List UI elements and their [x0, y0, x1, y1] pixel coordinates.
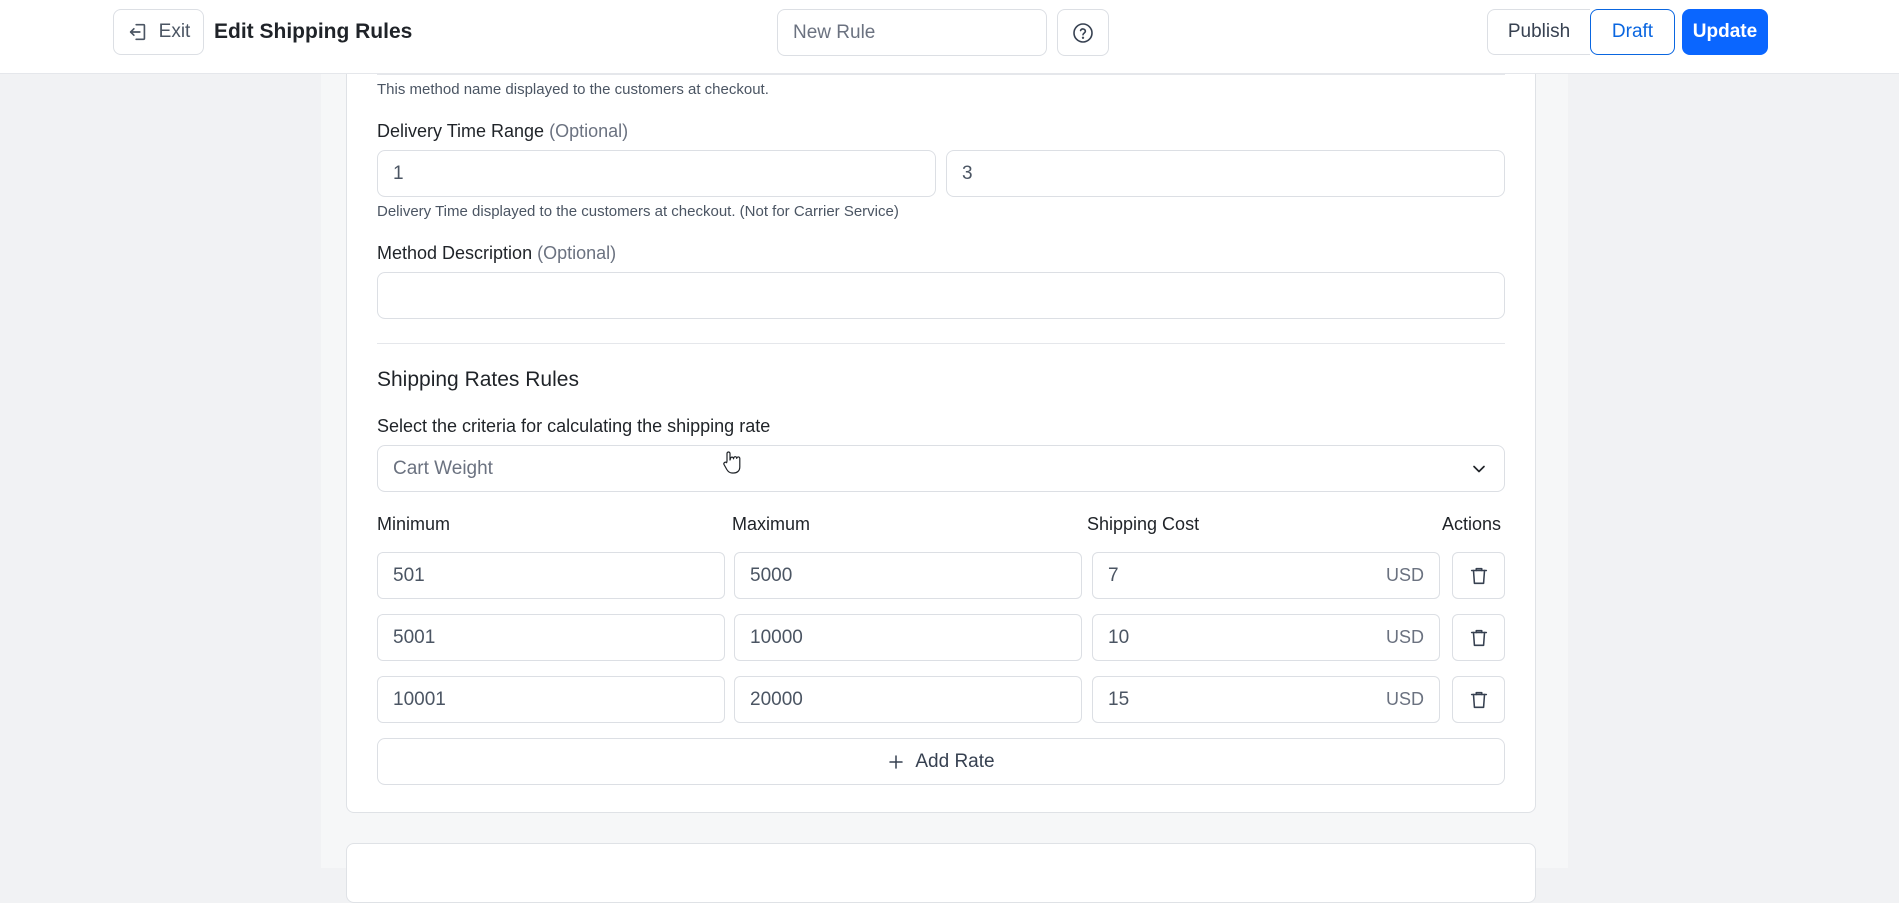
trash-icon: [1470, 567, 1487, 584]
column-minimum: Minimum: [377, 514, 451, 534]
delivery-min-input[interactable]: 1: [377, 150, 936, 197]
next-section-card: [346, 843, 1536, 903]
criteria-value: Cart Weight: [393, 457, 493, 479]
shipping-rates-title: Shipping Rates Rules: [377, 368, 579, 391]
criteria-label: Select the criteria for calculating the …: [377, 416, 771, 436]
add-rate-button[interactable]: Add Rate: [377, 738, 1505, 785]
rule-name-input[interactable]: New Rule: [777, 9, 1047, 56]
hand-cursor-icon: [723, 451, 741, 474]
rate-max-input[interactable]: 20000: [734, 676, 1082, 723]
divider: [377, 74, 1505, 75]
exit-label: Exit: [158, 21, 191, 42]
section-divider: [377, 343, 1505, 344]
column-maximum: Maximum: [732, 514, 811, 534]
column-shipping-cost: Shipping Cost: [1087, 514, 1200, 534]
exit-button[interactable]: Exit: [113, 9, 204, 55]
help-button[interactable]: [1057, 9, 1109, 56]
optional-tag: (Optional): [537, 243, 617, 263]
help-icon: [1073, 22, 1093, 43]
rate-max-input[interactable]: 5000: [734, 552, 1082, 599]
plus-icon: [889, 754, 904, 769]
chevron-down-icon: [1473, 465, 1485, 472]
rate-cost-input[interactable]: 10 USD: [1092, 614, 1440, 661]
rate-cost-input[interactable]: 7 USD: [1092, 552, 1440, 599]
rate-min-input[interactable]: 501: [377, 552, 725, 599]
delete-rate-button[interactable]: [1452, 552, 1505, 599]
method-description-input[interactable]: [377, 272, 1505, 319]
page-title: Edit Shipping Rules: [214, 20, 413, 43]
shipping-method-card: This method name displayed to the custom…: [346, 40, 1536, 813]
method-description-label: Method Description (Optional): [377, 243, 617, 263]
delete-rate-button[interactable]: [1452, 614, 1505, 661]
status-button-group: Publish Draft: [1487, 9, 1675, 55]
exit-icon: [129, 23, 145, 41]
currency-label: USD: [1385, 689, 1424, 709]
delivery-max-input[interactable]: 3: [946, 150, 1505, 197]
update-button[interactable]: Update: [1682, 9, 1768, 55]
delivery-time-help: Delivery Time displayed to the customers…: [377, 203, 899, 220]
method-name-help: This method name displayed to the custom…: [377, 81, 769, 98]
optional-tag: (Optional): [549, 121, 629, 141]
currency-label: USD: [1385, 565, 1424, 585]
delivery-time-label: Delivery Time Range (Optional): [377, 121, 629, 141]
trash-icon: [1470, 629, 1487, 646]
top-bar: Exit Edit Shipping Rules New Rule Publis…: [0, 0, 1899, 74]
rate-cost-input[interactable]: 15 USD: [1092, 676, 1440, 723]
delete-rate-button[interactable]: [1452, 676, 1505, 723]
draft-button[interactable]: Draft: [1590, 9, 1675, 55]
trash-icon: [1470, 691, 1487, 708]
column-actions: Actions: [1442, 514, 1502, 534]
currency-label: USD: [1385, 627, 1424, 647]
publish-button[interactable]: Publish: [1487, 9, 1590, 55]
rate-max-input[interactable]: 10000: [734, 614, 1082, 661]
rule-name-value: New Rule: [793, 21, 876, 43]
rate-min-input[interactable]: 10001: [377, 676, 725, 723]
criteria-select[interactable]: Cart Weight: [377, 445, 1505, 492]
rate-min-input[interactable]: 5001: [377, 614, 725, 661]
add-rate-label: Add Rate: [915, 750, 995, 772]
